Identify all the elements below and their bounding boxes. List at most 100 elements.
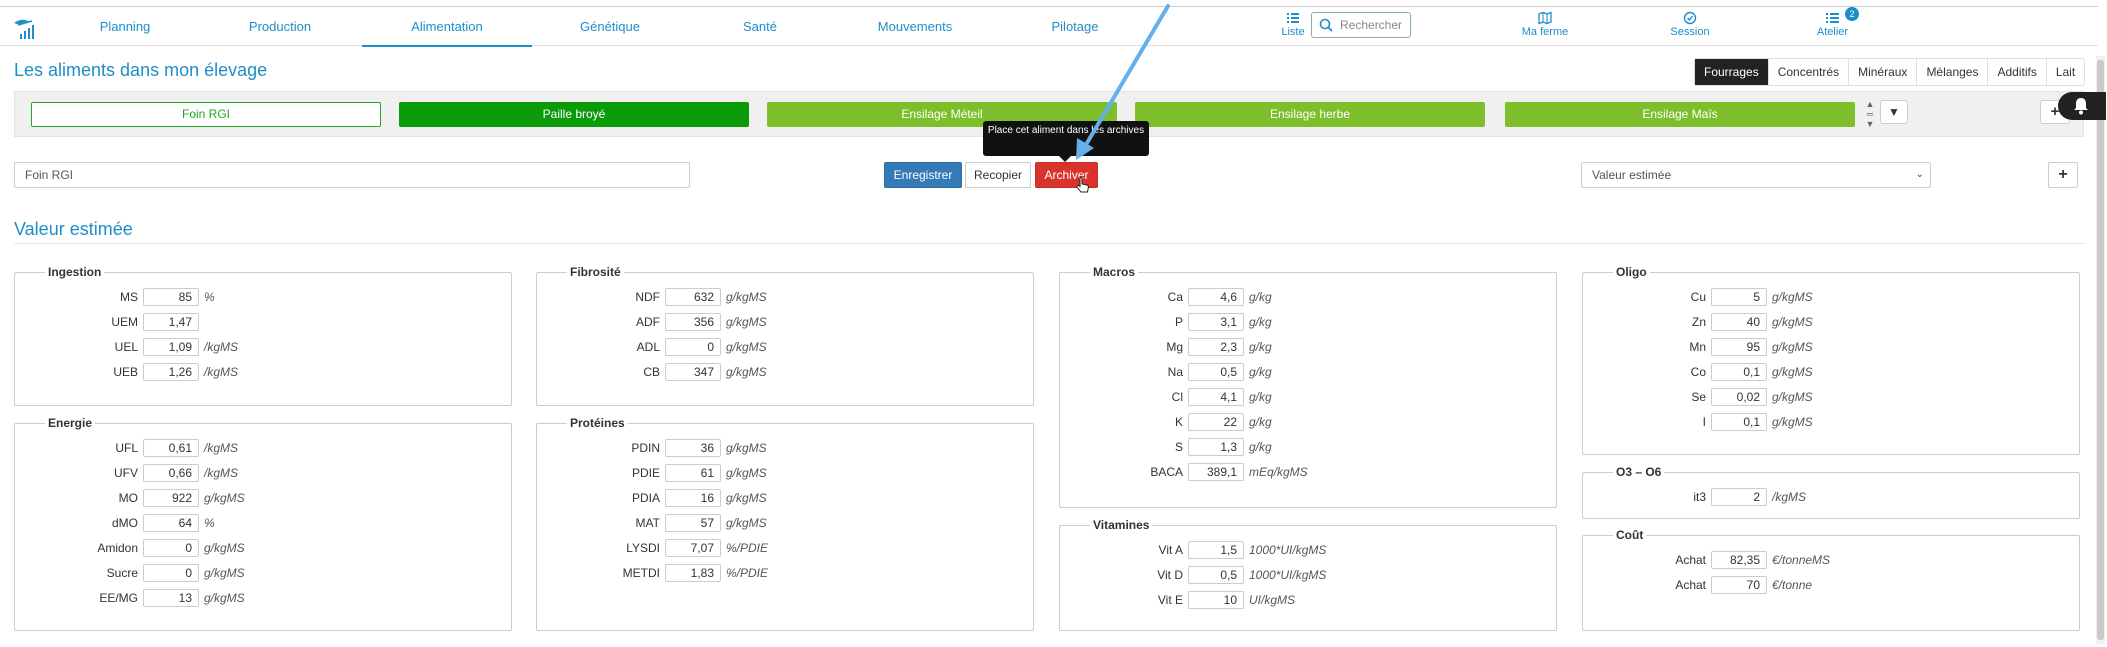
- farm-button[interactable]: Ma ferme: [1515, 11, 1575, 45]
- session-button[interactable]: Session: [1660, 11, 1720, 45]
- food-button-ensilage-mais[interactable]: Ensilage Maïs: [1505, 102, 1855, 127]
- value-field[interactable]: 1,09: [143, 338, 199, 356]
- value-field[interactable]: 0,02: [1711, 388, 1767, 406]
- search-icon: [1319, 18, 1333, 32]
- tab-genetique[interactable]: Génétique: [540, 7, 680, 47]
- value-row: PDIE 61 g/kgMS: [537, 464, 1033, 482]
- value-field[interactable]: 22: [1188, 413, 1244, 431]
- food-name-input[interactable]: Foin RGI: [14, 162, 690, 188]
- value-field[interactable]: 1,47: [143, 313, 199, 331]
- value-field[interactable]: 0,1: [1711, 363, 1767, 381]
- scrollbar-thumb[interactable]: [2097, 60, 2104, 640]
- value-unit: g/kg: [1249, 315, 1272, 329]
- value-field[interactable]: 1,26: [143, 363, 199, 381]
- value-field[interactable]: 85: [143, 288, 199, 306]
- tab-pilotage[interactable]: Pilotage: [1005, 7, 1145, 47]
- copy-button[interactable]: Recopier: [965, 162, 1031, 188]
- search-input[interactable]: Rechercher: [1311, 12, 1411, 38]
- value-field[interactable]: 64: [143, 514, 199, 532]
- tab-mouvements[interactable]: Mouvements: [845, 7, 985, 47]
- value-label: S: [1174, 440, 1183, 454]
- value-field[interactable]: 922: [143, 489, 199, 507]
- category-tab-mineraux[interactable]: Minéraux: [1848, 59, 1916, 85]
- value-field[interactable]: 5: [1711, 288, 1767, 306]
- notifications-button[interactable]: [2058, 92, 2106, 120]
- category-tabs: Fourrages Concentrés Minéraux Mélanges A…: [1694, 58, 2086, 86]
- value-field[interactable]: 57: [665, 514, 721, 532]
- value-field[interactable]: 0,5: [1188, 566, 1244, 584]
- tab-planning[interactable]: Planning: [55, 7, 195, 47]
- value-field[interactable]: 82,35: [1711, 551, 1767, 569]
- value-row: UEB 1,26/kgMS: [15, 363, 511, 381]
- value-field[interactable]: 1,83: [665, 564, 721, 582]
- page-title: Les aliments dans mon élevage: [14, 60, 268, 80]
- value-field[interactable]: 36: [665, 439, 721, 457]
- value-unit: %: [204, 516, 215, 530]
- value-field[interactable]: 0,61: [143, 439, 199, 457]
- value-row: UFV 0,66/kgMS: [15, 464, 511, 482]
- expand-foods-button[interactable]: ▼: [1880, 100, 1908, 124]
- value-type-selected: Valeur estimée: [1592, 168, 1672, 182]
- tab-production[interactable]: Production: [210, 7, 350, 47]
- value-label: Achat: [1675, 553, 1706, 567]
- value-field[interactable]: 10: [1188, 591, 1244, 609]
- category-tab-fourrages[interactable]: Fourrages: [1695, 59, 1768, 85]
- food-button-ensilage-herbe[interactable]: Ensilage herbe: [1135, 102, 1485, 127]
- value-field[interactable]: 0,5: [1188, 363, 1244, 381]
- value-unit: /kgMS: [204, 340, 239, 354]
- value-field[interactable]: 0: [143, 564, 199, 582]
- value-unit: g/kgMS: [726, 516, 767, 530]
- panel-title: Ingestion: [45, 265, 105, 279]
- value-field[interactable]: 389,1: [1188, 463, 1244, 481]
- value-field[interactable]: 2: [1711, 488, 1767, 506]
- value-field[interactable]: 0: [143, 539, 199, 557]
- value-label: I: [1702, 415, 1706, 429]
- value-field[interactable]: 632: [665, 288, 721, 306]
- mouse-cursor-icon: [1076, 176, 1089, 193]
- value-label: UEB: [113, 365, 138, 379]
- value-field[interactable]: 95: [1711, 338, 1767, 356]
- value-unit: g/kgMS: [726, 441, 767, 455]
- value-label: P: [1174, 315, 1183, 329]
- value-field[interactable]: 61: [665, 464, 721, 482]
- value-field[interactable]: 347: [665, 363, 721, 381]
- value-label: UFV: [114, 466, 138, 480]
- value-field[interactable]: 0,1: [1711, 413, 1767, 431]
- value-row: Achat 82,35 €/tonneMS: [1583, 551, 2079, 569]
- food-button-foin-rgi[interactable]: Foin RGI: [31, 102, 381, 127]
- value-field[interactable]: 70: [1711, 576, 1767, 594]
- value-unit: €/tonneMS: [1772, 553, 1831, 567]
- value-field[interactable]: 13: [143, 589, 199, 607]
- value-unit: /kgMS: [204, 466, 239, 480]
- app-logo-icon[interactable]: [12, 15, 38, 41]
- tab-sante[interactable]: Santé: [690, 7, 830, 47]
- category-tab-concentres[interactable]: Concentrés: [1767, 59, 1848, 85]
- tab-alimentation[interactable]: Alimentation: [362, 7, 532, 47]
- value-field[interactable]: 1,3: [1188, 438, 1244, 456]
- list-button[interactable]: Liste: [1278, 11, 1308, 45]
- value-field[interactable]: 0: [665, 338, 721, 356]
- value-unit: g/kgMS: [726, 290, 767, 304]
- value-field[interactable]: 3,1: [1188, 313, 1244, 331]
- value-field[interactable]: 356: [665, 313, 721, 331]
- panel-title: Energie: [45, 416, 96, 430]
- value-field[interactable]: 4,1: [1188, 388, 1244, 406]
- value-field[interactable]: 0,66: [143, 464, 199, 482]
- save-button[interactable]: Enregistrer: [884, 162, 962, 188]
- food-button-paille-broye[interactable]: Paille broyé: [399, 102, 749, 127]
- value-row: Na 0,5 g/kg: [1060, 363, 1556, 381]
- category-tab-melanges[interactable]: Mélanges: [1916, 59, 1987, 85]
- value-field[interactable]: 2,3: [1188, 338, 1244, 356]
- value-label: Sucre: [106, 566, 138, 580]
- category-tab-lait[interactable]: Lait: [2045, 59, 2084, 85]
- reorder-arrows-icon[interactable]: ▲ ═ ▼: [1864, 99, 1876, 131]
- value-field[interactable]: 7,07: [665, 539, 721, 557]
- value-field[interactable]: 40: [1711, 313, 1767, 331]
- value-field[interactable]: 1,5: [1188, 541, 1244, 559]
- value-field[interactable]: 16: [665, 489, 721, 507]
- category-tab-additifs[interactable]: Additifs: [1987, 59, 2045, 85]
- value-field[interactable]: 4,6: [1188, 288, 1244, 306]
- page-scrollbar[interactable]: [2096, 56, 2105, 644]
- add-button[interactable]: +: [2048, 162, 2078, 188]
- value-type-select[interactable]: Valeur estimée ⌄: [1581, 162, 1931, 188]
